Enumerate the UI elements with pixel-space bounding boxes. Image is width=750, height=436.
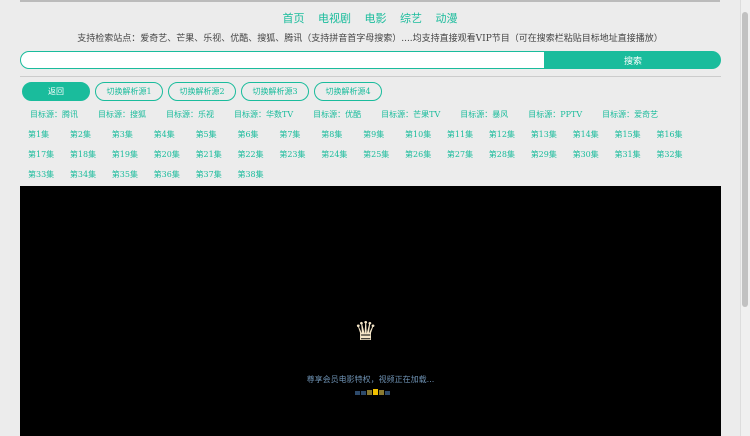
source-link[interactable]: 目标源：华数TV [234,109,293,120]
loading-indicator [355,389,390,395]
nav-tv[interactable]: 电视剧 [318,12,351,25]
episode-link[interactable]: 第14集 [573,129,615,149]
crown-icon: ♛ [354,317,378,347]
divider [20,76,721,77]
source-link[interactable]: 目标源：爱奇艺 [602,109,658,120]
episode-link[interactable]: 第8集 [321,129,363,149]
nav-variety[interactable]: 综艺 [400,12,422,25]
episode-link[interactable]: 第32集 [656,149,698,169]
episode-link[interactable]: 第29集 [531,149,573,169]
nav-home[interactable]: 首页 [283,12,305,25]
episode-link[interactable]: 第1集 [28,129,70,149]
episode-list: 第1集 第2集 第3集 第4集 第5集 第6集 第7集 第8集 第9集 第10集 第11集 第12集第… [28,129,708,189]
scrollbar[interactable] [740,0,750,436]
episode-link[interactable]: 第18集 [70,149,112,169]
episode-link[interactable]: 第31集 [614,149,656,169]
search-button[interactable]: 搜索 [545,51,721,69]
source-link[interactable]: 目标源：腾讯 [30,109,78,120]
source-link[interactable]: 目标源：乐视 [166,109,214,120]
episode-link[interactable]: 第4集 [154,129,196,149]
switch-source-4-button[interactable]: 切换解析源4 [314,82,382,101]
scrollbar-thumb[interactable] [742,12,748,307]
episode-link[interactable]: 第16集 [656,129,698,149]
switch-source-1-button[interactable]: 切换解析源1 [95,82,163,101]
back-button[interactable]: 返回 [22,82,90,101]
episode-link[interactable]: 第12集 [489,129,531,149]
source-buttons: 返回 切换解析源1 切换解析源2 切换解析源3 切换解析源4 [22,82,382,101]
source-link[interactable]: 目标源：PPTV [528,109,582,120]
source-link[interactable]: 目标源：芒果TV [381,109,440,120]
episode-link[interactable]: 第15集 [614,129,656,149]
episode-link[interactable]: 第25集 [363,149,405,169]
episode-link[interactable]: 第27集 [447,149,489,169]
episode-link[interactable]: 第21集 [196,149,238,169]
search-input[interactable] [20,51,545,69]
episode-link[interactable]: 第5集 [196,129,238,149]
top-divider [20,0,720,2]
episode-link[interactable]: 第30集 [573,149,615,169]
top-nav: 首页 电视剧 电影 综艺 动漫 [0,10,740,26]
episode-link[interactable]: 第6集 [237,129,279,149]
episode-link[interactable]: 第11集 [447,129,489,149]
search-bar: 搜索 [20,51,721,69]
switch-source-2-button[interactable]: 切换解析源2 [168,82,236,101]
episode-link[interactable]: 第24集 [321,149,363,169]
episode-link[interactable]: 第22集 [237,149,279,169]
notice-text: 支持检索站点：爱奇艺、芒果、乐视、优酷、搜狐、腾讯（支持拼音首字母搜索）....… [77,34,663,44]
source-link[interactable]: 目标源：搜狐 [98,109,146,120]
video-player[interactable]: ♛ 尊享会员电影特权，视频正在加载... [20,186,721,436]
episode-link[interactable]: 第20集 [154,149,196,169]
episode-link[interactable]: 第2集 [70,129,112,149]
episode-link[interactable]: 第13集 [531,129,573,149]
episode-link[interactable]: 第3集 [112,129,154,149]
episode-link[interactable]: 第19集 [112,149,154,169]
source-link[interactable]: 目标源：暴风 [460,109,508,120]
episode-link[interactable]: 第7集 [279,129,321,149]
switch-source-3-button[interactable]: 切换解析源3 [241,82,309,101]
nav-anime[interactable]: 动漫 [436,12,458,25]
episode-link[interactable]: 第26集 [405,149,447,169]
episode-link[interactable]: 第10集 [405,129,447,149]
target-sources: 目标源：腾讯 目标源：搜狐 目标源：乐视 目标源：华数TV 目标源：优酷 目标源：芒果TV… [30,109,678,120]
loading-message: 尊享会员电影特权，视频正在加载... [306,375,435,384]
source-link[interactable]: 目标源：优酷 [313,109,361,120]
episode-link[interactable]: 第9集 [363,129,405,149]
episode-link[interactable]: 第17集 [28,149,70,169]
nav-movie[interactable]: 电影 [365,12,387,25]
episode-link[interactable]: 第23集 [279,149,321,169]
episode-link[interactable]: 第28集 [489,149,531,169]
